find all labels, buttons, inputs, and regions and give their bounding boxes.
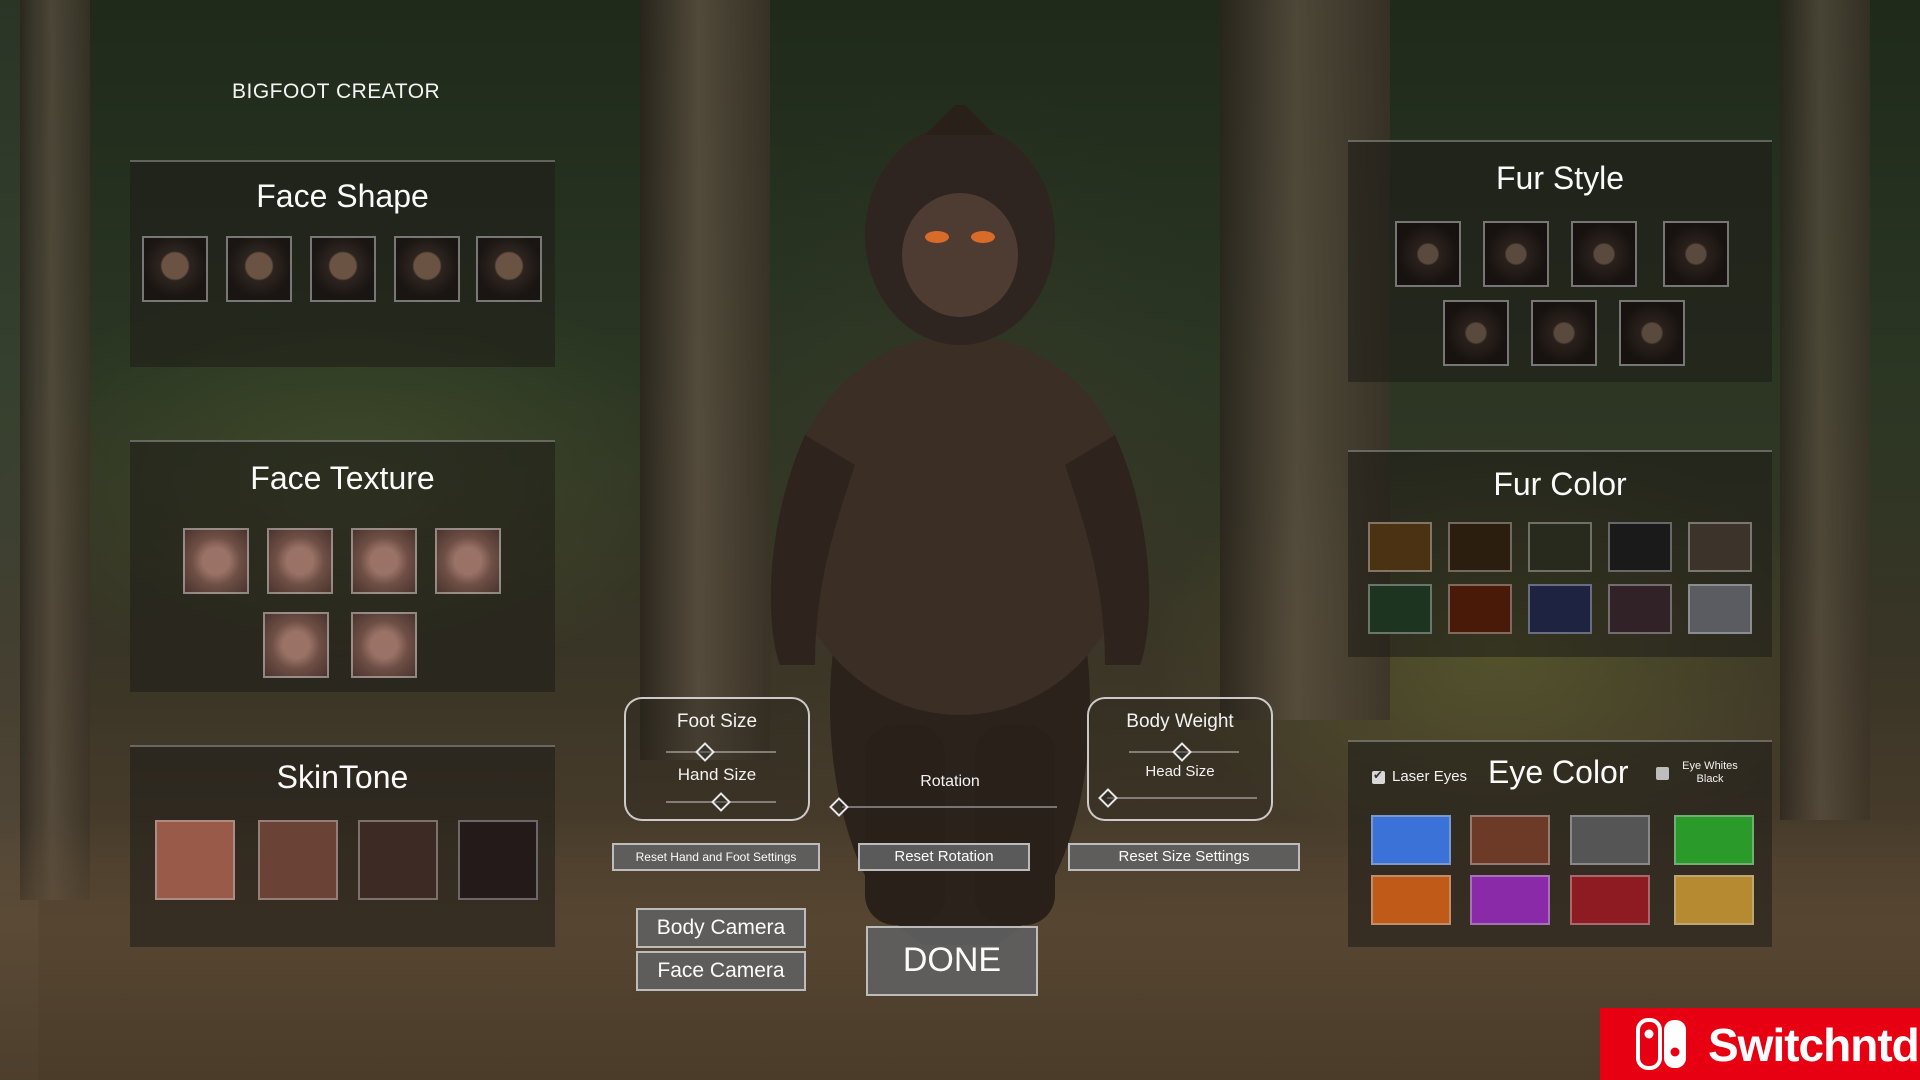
- fur-color-swatch[interactable]: [1368, 584, 1432, 634]
- head-size-track[interactable]: [1107, 797, 1257, 799]
- face-texture-option[interactable]: [351, 528, 417, 594]
- eye-color-swatch[interactable]: [1570, 875, 1650, 925]
- fur-color-swatch[interactable]: [1368, 522, 1432, 572]
- laser-eyes-label: Laser Eyes: [1392, 768, 1468, 785]
- face-texture-option[interactable]: [435, 528, 501, 594]
- fur-style-option[interactable]: [1663, 221, 1729, 287]
- skin-tone-swatch[interactable]: [358, 820, 438, 900]
- fur-color-swatch[interactable]: [1528, 522, 1592, 572]
- done-button[interactable]: DONE: [866, 926, 1038, 996]
- fur-color-swatch[interactable]: [1448, 584, 1512, 634]
- face-shape-option[interactable]: [476, 236, 542, 302]
- eye-color-swatch[interactable]: [1674, 875, 1754, 925]
- eye-color-swatch[interactable]: [1371, 875, 1451, 925]
- foot-size-track[interactable]: [666, 751, 776, 753]
- fur-style-option[interactable]: [1443, 300, 1509, 366]
- skin-tone-swatch[interactable]: [458, 820, 538, 900]
- switchntd-watermark: Switchntd: [1600, 1008, 1920, 1080]
- body-camera-button[interactable]: Body Camera: [636, 908, 806, 948]
- foot-size-handle[interactable]: [695, 742, 715, 762]
- watermark-text: Switchntd: [1708, 1019, 1920, 1071]
- face-shape-option[interactable]: [394, 236, 460, 302]
- reset-size-button[interactable]: Reset Size Settings: [1068, 843, 1300, 871]
- hand-size-handle[interactable]: [711, 792, 731, 812]
- fur-style-option[interactable]: [1619, 300, 1685, 366]
- skin-tone-swatch[interactable]: [258, 820, 338, 900]
- eye-color-swatch[interactable]: [1470, 875, 1550, 925]
- fur-style-option[interactable]: [1571, 221, 1637, 287]
- reset-hand-foot-button[interactable]: Reset Hand and Foot Settings: [612, 843, 820, 871]
- fur-style-option[interactable]: [1531, 300, 1597, 366]
- tree-trunk: [1780, 0, 1870, 820]
- face-texture-option[interactable]: [183, 528, 249, 594]
- head-size-handle[interactable]: [1098, 788, 1118, 808]
- fur-color-swatch[interactable]: [1448, 522, 1512, 572]
- eye-color-swatch[interactable]: [1570, 815, 1650, 865]
- fur-style-option[interactable]: [1483, 221, 1549, 287]
- eye-whites-black-checkbox[interactable]: [1656, 767, 1669, 780]
- foot-size-label: Foot Size: [676, 711, 758, 732]
- fur-color-swatch[interactable]: [1608, 522, 1672, 572]
- face-shape-option[interactable]: [310, 236, 376, 302]
- skin-tone-title: SkinTone: [276, 759, 409, 795]
- face-texture-option[interactable]: [351, 612, 417, 678]
- fur-color-title: Fur Color: [1493, 466, 1627, 502]
- face-texture-title: Face Texture: [250, 460, 435, 496]
- eye-whites-label: Eye Whites Black: [1672, 760, 1748, 786]
- face-shape-option[interactable]: [226, 236, 292, 302]
- eye-whites-label-line1: Eye Whites: [1682, 760, 1738, 772]
- eye-color-swatch[interactable]: [1674, 815, 1754, 865]
- fur-color-swatch[interactable]: [1608, 584, 1672, 634]
- face-shape-title: Face Shape: [256, 178, 429, 214]
- body-weight-label: Body Weight: [1126, 711, 1234, 732]
- switch-logo-icon: [1636, 1018, 1686, 1070]
- eye-whites-label-line2: Black: [1696, 773, 1724, 785]
- tree-trunk: [20, 0, 90, 900]
- hand-size-label: Hand Size: [677, 765, 757, 784]
- reset-rotation-button[interactable]: Reset Rotation: [858, 843, 1030, 871]
- fur-style-title: Fur Style: [1495, 160, 1625, 196]
- eye-color-swatch[interactable]: [1371, 815, 1451, 865]
- rotation-track[interactable]: [842, 806, 1057, 808]
- fur-style-option[interactable]: [1395, 221, 1461, 287]
- head-size-label: Head Size: [1145, 763, 1215, 780]
- body-weight-handle[interactable]: [1172, 742, 1192, 762]
- face-texture-option[interactable]: [263, 612, 329, 678]
- eye-color-title: Eye Color: [1488, 754, 1629, 790]
- eye-color-swatch[interactable]: [1470, 815, 1550, 865]
- body-head-slider-box: Body Weight Head Size: [1087, 697, 1273, 821]
- check-icon: ✔: [1373, 768, 1384, 782]
- face-texture-option[interactable]: [267, 528, 333, 594]
- face-camera-button[interactable]: Face Camera: [636, 951, 806, 991]
- skin-tone-swatch[interactable]: [155, 820, 235, 900]
- fur-color-swatch[interactable]: [1688, 584, 1752, 634]
- app-title: BIGFOOT CREATOR: [232, 80, 441, 103]
- fur-color-swatch[interactable]: [1528, 584, 1592, 634]
- fur-color-swatch[interactable]: [1688, 522, 1752, 572]
- face-shape-option[interactable]: [142, 236, 208, 302]
- laser-eyes-checkbox[interactable]: ✔: [1372, 768, 1385, 784]
- foot-hand-slider-box: Foot Size Hand Size: [624, 697, 810, 821]
- rotation-label: Rotation: [920, 773, 980, 790]
